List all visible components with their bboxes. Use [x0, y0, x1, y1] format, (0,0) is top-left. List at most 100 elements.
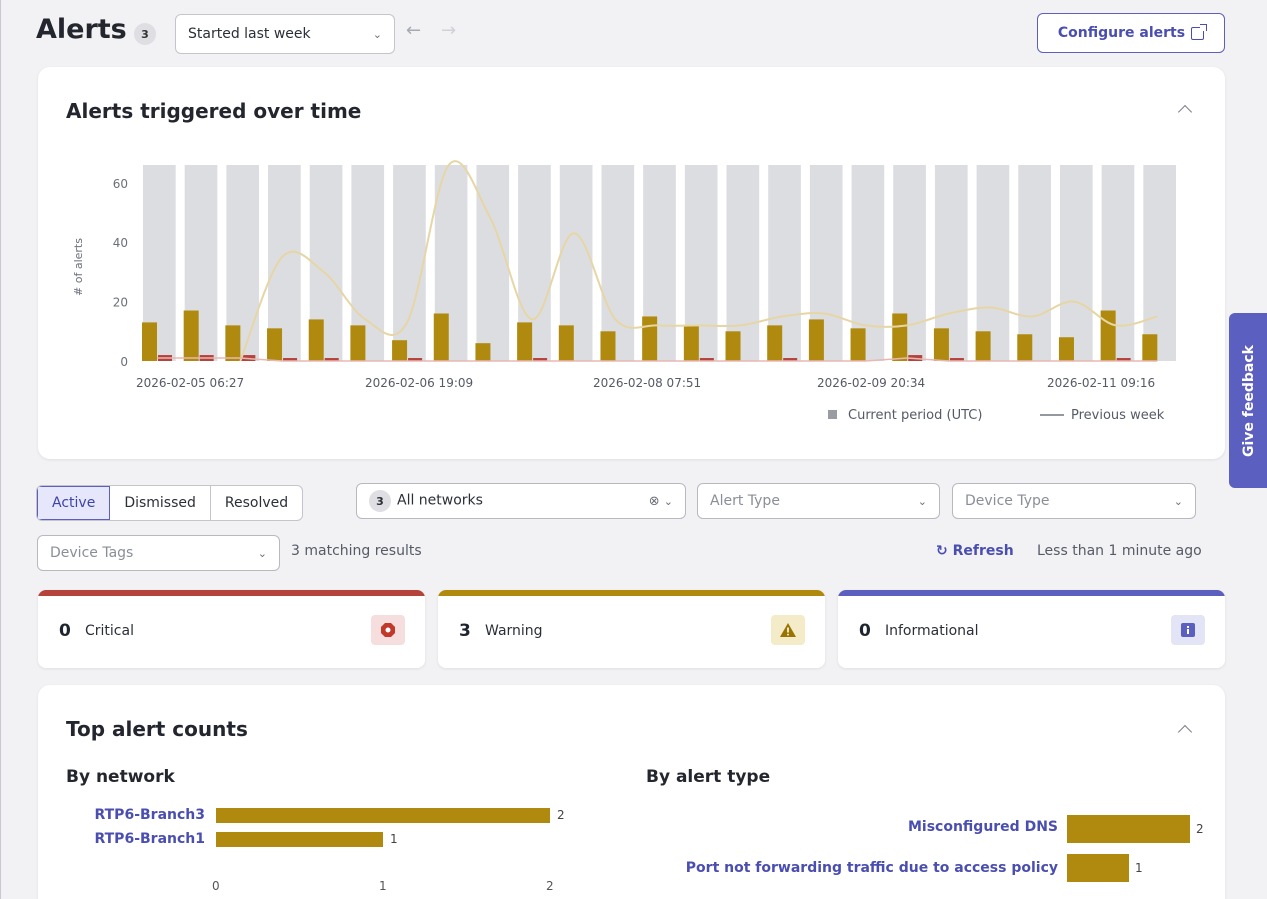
chevron-down-icon: ⌄	[257, 546, 267, 560]
alert-type-bar-value: 1	[1135, 861, 1143, 875]
page-title: Alerts	[36, 14, 127, 45]
device-type-placeholder: Device Type	[965, 493, 1050, 509]
network-bar	[216, 808, 550, 823]
device-tags-filter[interactable]: Device Tags ⌄	[37, 535, 280, 571]
tab-active[interactable]: Active	[37, 486, 111, 520]
current-bar	[267, 328, 283, 361]
current-bar	[225, 325, 241, 361]
give-feedback-button[interactable]: Give feedback	[1229, 313, 1267, 488]
current-bar	[725, 331, 741, 361]
period-select[interactable]: Started last week ⌄	[175, 14, 395, 54]
tab-resolved[interactable]: Resolved	[211, 486, 302, 520]
alert-type-bar	[1067, 815, 1190, 843]
current-bar	[1017, 334, 1033, 361]
chevron-down-icon: ⌄	[663, 494, 673, 508]
severity-card-informational[interactable]: 0 Informational	[838, 590, 1225, 668]
top-alerts-card: Top alert counts By network RTP6-Branch3…	[38, 685, 1225, 899]
network-link[interactable]: RTP6-Branch1	[48, 831, 205, 847]
device-tags-placeholder: Device Tags	[50, 545, 134, 561]
alert-count-badge: 3	[134, 23, 156, 45]
network-bar-value: 1	[390, 832, 398, 846]
current-bar	[600, 331, 616, 361]
last-updated: Less than 1 minute ago	[1037, 543, 1202, 559]
clear-icon[interactable]: ⊗	[649, 494, 660, 509]
refresh-icon: ↻	[936, 543, 948, 559]
x-tick-label: 2026-02-11 09:16	[1047, 376, 1155, 390]
severity-label: Critical	[85, 623, 134, 639]
alert-type-placeholder: Alert Type	[710, 493, 780, 509]
warning-icon	[771, 615, 805, 645]
bar-background	[1143, 165, 1176, 361]
current-bar	[683, 325, 699, 361]
device-type-filter[interactable]: Device Type ⌄	[952, 483, 1196, 519]
x-tick-label: 2026-02-08 07:51	[593, 376, 701, 390]
severity-count: 0	[59, 621, 71, 641]
status-tabs: Active Dismissed Resolved	[36, 485, 304, 521]
refresh-button[interactable]: ↻ Refresh	[936, 543, 1014, 559]
chevron-down-icon: ⌄	[917, 494, 927, 508]
chevron-down-icon: ⌄	[1173, 494, 1183, 508]
x-tick-label: 2026-02-06 19:09	[365, 376, 473, 390]
configure-alerts-button[interactable]: Configure alerts	[1037, 13, 1225, 53]
severity-bar	[838, 590, 1225, 596]
network-link[interactable]: RTP6-Branch3	[48, 807, 205, 823]
severity-card-critical[interactable]: 0 Critical	[38, 590, 425, 668]
current-bar	[475, 343, 491, 361]
current-bar	[642, 316, 658, 361]
y-tick-label: 60	[113, 177, 128, 191]
network-count-badge: 3	[369, 490, 391, 512]
arrow-left-icon[interactable]: ←	[406, 20, 421, 41]
legend-current-label: Current period (UTC)	[848, 408, 982, 423]
severity-card-warning[interactable]: 3 Warning	[438, 590, 825, 668]
configure-alerts-label: Configure alerts	[1057, 25, 1186, 41]
give-feedback-label: Give feedback	[1241, 344, 1257, 457]
refresh-label: Refresh	[952, 543, 1014, 559]
y-tick-label: 0	[120, 355, 128, 369]
current-bar	[558, 325, 574, 361]
current-bar	[350, 325, 366, 361]
severity-label: Informational	[885, 623, 979, 639]
alert-type-link[interactable]: Port not forwarding traffic due to acces…	[598, 860, 1058, 876]
severity-count: 3	[459, 621, 471, 641]
current-bar	[975, 331, 991, 361]
alert-type-bar	[1067, 854, 1129, 882]
severity-bar	[438, 590, 825, 596]
tab-dismissed[interactable]: Dismissed	[110, 486, 211, 520]
current-bar	[1058, 337, 1074, 361]
x-tick-label: 2026-02-05 06:27	[136, 376, 244, 390]
network-filter[interactable]: 3 All networks ⊗ ⌄	[356, 483, 686, 519]
chevron-down-icon: ⌄	[372, 27, 382, 41]
current-bar	[933, 328, 949, 361]
alert-type-filter[interactable]: Alert Type ⌄	[697, 483, 940, 519]
bar-background	[476, 165, 510, 361]
arrow-right-icon[interactable]: →	[441, 20, 456, 41]
current-bar	[392, 340, 408, 361]
axis-tick: 1	[379, 879, 387, 893]
current-bar	[308, 319, 324, 361]
y-axis-label: # of alerts	[72, 238, 85, 296]
current-bar	[808, 319, 824, 361]
current-bar	[142, 322, 157, 361]
network-bar	[216, 832, 383, 847]
matching-results: 3 matching results	[291, 543, 422, 559]
severity-label: Warning	[485, 623, 543, 639]
by-alert-type-title: By alert type	[646, 767, 771, 787]
collapse-icon[interactable]	[1177, 724, 1193, 740]
current-bar	[433, 313, 449, 361]
period-value: Started last week	[188, 26, 311, 42]
external-link-icon	[1191, 23, 1208, 40]
info-icon	[1171, 615, 1205, 645]
severity-bar	[38, 590, 425, 596]
current-bar	[1142, 334, 1158, 361]
chart-card: Alerts triggered over time 0 20 40 60 # of a…	[38, 67, 1225, 459]
legend-previous-label: Previous week	[1071, 408, 1165, 423]
axis-tick: 2	[546, 879, 554, 893]
bar-background	[1018, 165, 1051, 361]
by-network-title: By network	[66, 767, 175, 787]
top-alerts-title: Top alert counts	[66, 717, 248, 741]
bar-background	[1059, 165, 1093, 361]
axis-tick: 0	[212, 879, 220, 893]
y-tick-label: 20	[113, 296, 128, 310]
current-bar	[517, 322, 533, 361]
alert-type-link[interactable]: Misconfigured DNS	[598, 819, 1058, 835]
